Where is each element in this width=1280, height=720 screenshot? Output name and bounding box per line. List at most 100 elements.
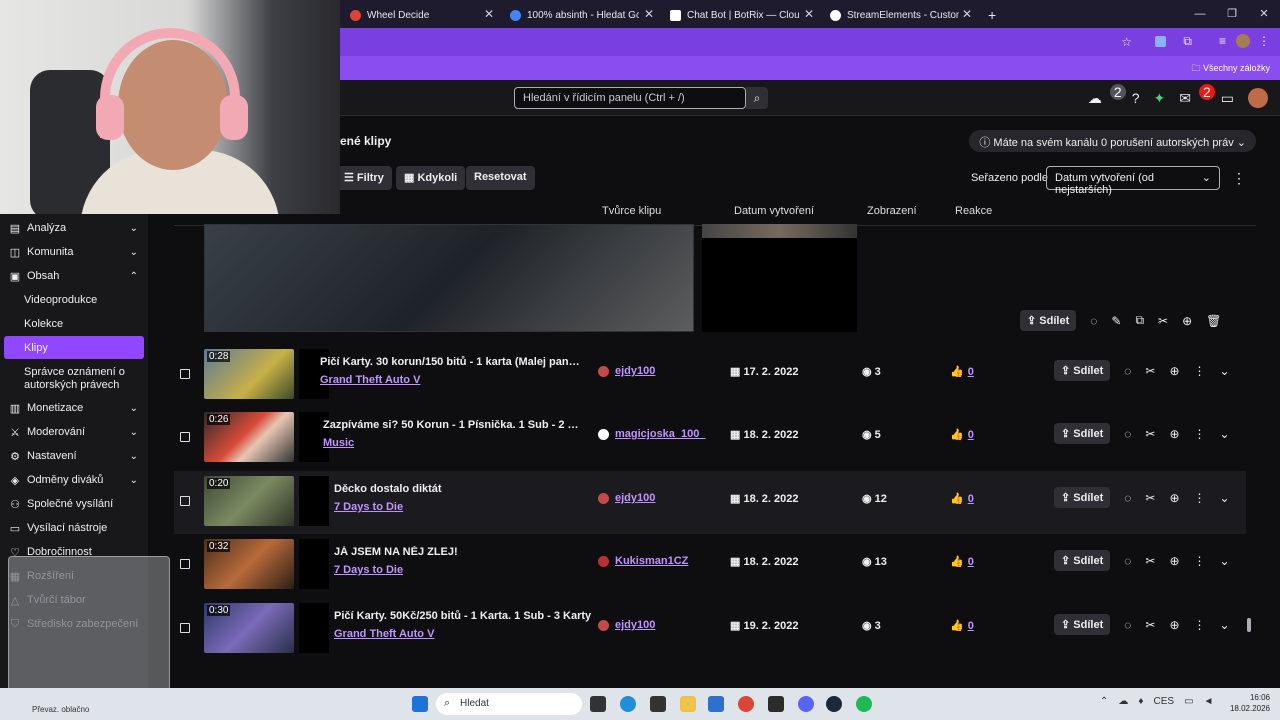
more-options-icon[interactable]: ⋮ [1194, 427, 1206, 441]
table-row[interactable]: 0:30 Pičí Karty. 50Kč/250 bitů - 1 Karta… [174, 598, 1246, 661]
sidebar-item-copyright-manager[interactable]: Správce oznámení o autorských právech [0, 364, 148, 394]
scissors-icon[interactable]: ✂ [1145, 427, 1155, 441]
clip-title[interactable]: Pičí Karty. 50Kč/250 bitů - 1 Karta. 1 S… [334, 610, 596, 622]
loading-icon[interactable]: ◌ [1124, 554, 1131, 568]
share-button[interactable]: ⇪ Sdílet [1054, 550, 1111, 571]
tab-streamelements[interactable]: StreamElements - Custom comm ✕ [822, 4, 978, 26]
spotify-icon[interactable] [856, 696, 872, 712]
search-icon[interactable]: ⌕ [746, 87, 768, 109]
chevron-down-icon[interactable]: ⌄ [1220, 554, 1230, 568]
loading-icon[interactable]: ◌ [1124, 427, 1131, 441]
network-icon[interactable]: ▭ [1184, 696, 1193, 707]
col-date[interactable]: Datum vytvoření [734, 205, 814, 217]
sidebar-item-moderation[interactable]: ⚔ Moderování ⌄ [0, 421, 148, 443]
clip-creator[interactable]: magicjoska_100_ [598, 428, 706, 440]
volume-icon[interactable]: ◄ [1204, 696, 1214, 707]
gem-icon[interactable]: ✦ [1154, 90, 1166, 107]
edit-icon[interactable]: ✎ [1111, 314, 1121, 328]
row-checkbox[interactable] [180, 496, 190, 506]
windows-start-icon[interactable] [412, 696, 428, 712]
inbox-icon[interactable]: ✉ 2 [1179, 83, 1215, 107]
table-row[interactable]: 0:20 Děcko dostalo diktát 7 Days to Die … [174, 471, 1246, 534]
explorer-icon[interactable] [680, 696, 696, 712]
weather-widget[interactable]: Převaz. oblačno [32, 705, 89, 714]
clip-creator[interactable]: Kukisman1CZ [598, 555, 688, 567]
clip-creator[interactable]: ejdy100 [598, 619, 655, 631]
user-avatar[interactable] [1248, 88, 1268, 108]
clip-likes[interactable]: 👍 0 [950, 428, 974, 441]
profile-avatar[interactable] [1236, 34, 1250, 48]
row-checkbox[interactable] [180, 623, 190, 633]
hype-icon[interactable]: ☁ 2 [1088, 83, 1126, 107]
close-icon[interactable]: ✕ [962, 7, 972, 21]
copyright-status-button[interactable]: ⓘ Máte na svém kanálu 0 porušení autorsk… [969, 130, 1256, 152]
chevron-down-icon[interactable]: ⌄ [1220, 427, 1230, 441]
tab-google-search[interactable]: 100% absinth - Hledat Googlem ✕ [502, 4, 660, 26]
steam-icon[interactable] [826, 696, 842, 712]
external-link-icon[interactable]: ⧉ [1135, 313, 1144, 328]
sidebar-item-clips[interactable]: Klipy [4, 336, 144, 359]
media-icon[interactable]: ≡ [1219, 34, 1226, 48]
share-button[interactable]: ⇪ Sdílet [1054, 423, 1111, 444]
clip-game-link[interactable]: 7 Days to Die [334, 501, 403, 513]
clip-title[interactable]: Děcko dostalo diktát [334, 483, 596, 495]
minimize-icon[interactable]: — [1184, 0, 1216, 28]
sidebar-item-collab[interactable]: ⚇ Společné vysílání [0, 493, 148, 515]
col-creator[interactable]: Tvůrce klipu [602, 205, 661, 217]
clip-likes[interactable]: 👍 0 [950, 555, 974, 568]
scissors-icon[interactable]: ✂ [1145, 554, 1155, 568]
edge-icon[interactable] [620, 696, 636, 712]
scrollbar-thumb[interactable] [1247, 618, 1251, 632]
loading-icon[interactable]: ◌ [1124, 618, 1131, 632]
sidebar-item-settings[interactable]: ⚙ Nastavení ⌄ [0, 445, 148, 467]
tab-botrix[interactable]: Chat Bot | BotRix — Cloud Strea ✕ [662, 4, 820, 26]
whisper-icon[interactable]: ▭ [1221, 90, 1234, 107]
scissors-icon[interactable]: ✂ [1145, 364, 1155, 378]
language-indicator[interactable]: CES [1154, 696, 1175, 707]
share-button[interactable]: ⇪ Sdílet [1054, 360, 1111, 381]
close-icon[interactable]: ✕ [804, 7, 814, 21]
sidebar-item-viewer-rewards[interactable]: ◈ Odměny diváků ⌄ [0, 469, 148, 491]
outlook-icon[interactable] [708, 696, 724, 712]
new-tab-button[interactable]: + [980, 4, 1000, 26]
add-icon[interactable]: ⊕ [1169, 364, 1179, 378]
star-icon[interactable]: ☆ [1121, 35, 1132, 49]
tab-wheel-decide[interactable]: Wheel Decide ✕ [342, 4, 500, 26]
clip-game-link[interactable]: 7 Days to Die [334, 564, 403, 576]
clock[interactable]: 16:06 18.02.2026 [1230, 692, 1270, 714]
chevron-down-icon[interactable]: ⌄ [1220, 364, 1230, 378]
chevron-down-icon[interactable]: ⌄ [1220, 618, 1230, 632]
sort-select[interactable]: Datum vytvoření (od nejstarších) ⌄ [1046, 166, 1220, 196]
task-view-icon[interactable] [590, 696, 606, 712]
chevron-down-icon[interactable]: ⌄ [1220, 491, 1230, 505]
scissors-icon[interactable]: ✂ [1145, 618, 1155, 632]
sidebar-item-analytics[interactable]: ▤ Analýza ⌄ [0, 217, 148, 239]
clip-title[interactable]: Pičí Karty. 30 korun/150 bitů - 1 karta … [320, 356, 582, 368]
app-icon[interactable] [768, 696, 784, 712]
sidebar-item-monetization[interactable]: ▥ Monetizace ⌄ [0, 397, 148, 419]
date-range-button[interactable]: ▦ Kdykoli [396, 166, 466, 190]
add-icon[interactable]: ⊕ [1169, 491, 1179, 505]
add-icon[interactable]: ⊕ [1182, 314, 1192, 328]
loading-icon[interactable]: ◌ [1124, 491, 1131, 505]
sidebar-item-content[interactable]: ▣ Obsah ⌃ [0, 265, 148, 287]
table-row[interactable]: 0:32 JÁ JSEM NA NĚJ ZLEJ! 7 Days to Die … [174, 534, 1246, 597]
trash-icon[interactable]: 🗑 [1206, 314, 1221, 328]
row-checkbox[interactable] [180, 559, 190, 569]
sidebar-item-community[interactable]: ◫ Komunita ⌄ [0, 241, 148, 263]
add-icon[interactable]: ⊕ [1169, 427, 1179, 441]
mic-icon[interactable]: ♦ [1138, 696, 1143, 707]
clip-likes[interactable]: 👍 0 [950, 492, 974, 505]
dashboard-search-input[interactable]: Hledání v řídicím panelu (Ctrl + /) [514, 87, 746, 109]
clip-game-link[interactable]: Grand Theft Auto V [320, 374, 420, 386]
row-checkbox[interactable] [180, 369, 190, 379]
share-button[interactable]: ⇪ Sdílet [1054, 614, 1111, 635]
maximize-icon[interactable]: ❐ [1216, 0, 1248, 28]
more-options-icon[interactable]: ⋮ [1194, 364, 1206, 378]
scissors-icon[interactable]: ✂ [1158, 314, 1168, 328]
clip-creator[interactable]: ejdy100 [598, 492, 655, 504]
cloud-icon[interactable]: ☁ [1118, 696, 1128, 707]
close-icon[interactable]: ✕ [644, 7, 654, 21]
col-views[interactable]: Zobrazení [867, 205, 917, 217]
more-options-icon[interactable]: ⋮ [1232, 170, 1246, 187]
